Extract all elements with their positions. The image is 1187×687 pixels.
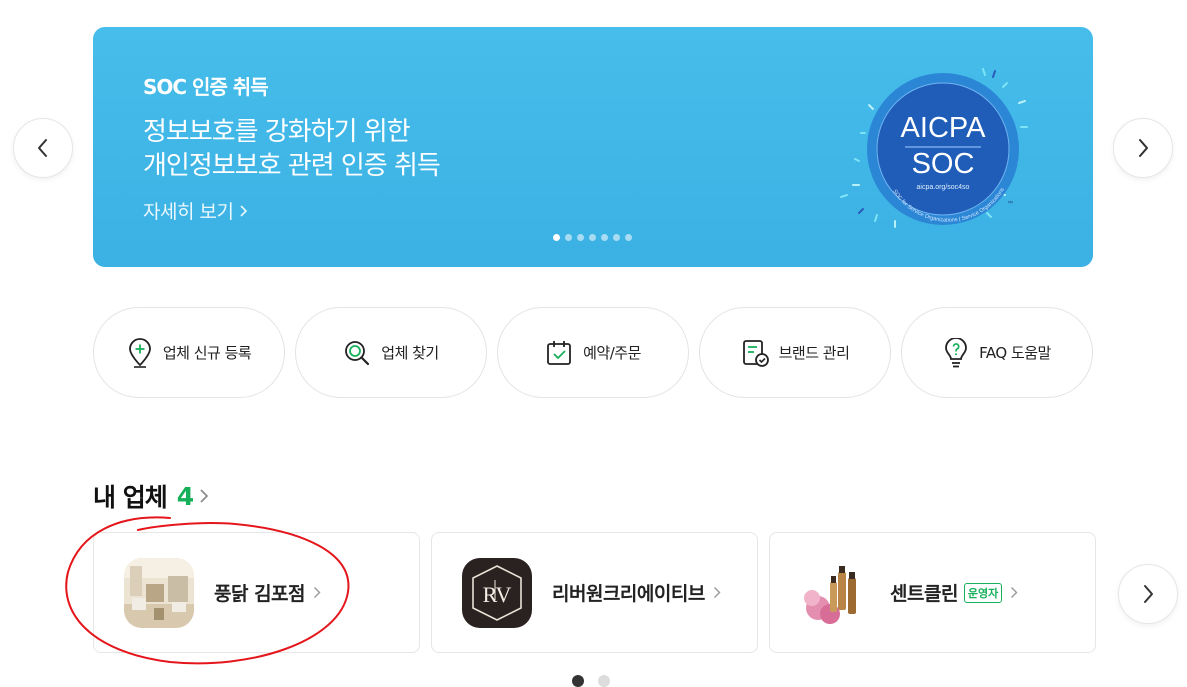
chevron-right-icon <box>713 587 721 598</box>
stores-page-dot[interactable] <box>598 675 610 687</box>
chevron-left-icon <box>38 139 47 157</box>
store-name: 센트클린 <box>890 583 958 605</box>
map-pin-plus-icon <box>128 337 151 368</box>
my-stores-title: 내 업체 <box>93 483 168 512</box>
svg-text:RV: RV <box>483 582 512 607</box>
quick-label: FAQ 도움말 <box>979 344 1051 362</box>
lightbulb-question-icon <box>945 337 968 367</box>
banner-page-dot[interactable] <box>565 234 572 241</box>
quick-label: 업체 신규 등록 <box>162 344 252 362</box>
stores-pagination <box>572 675 610 687</box>
chevron-right-icon <box>314 587 321 598</box>
quick-label: 업체 찾기 <box>381 344 439 362</box>
my-stores-list: 풍닭 김포점 RV 리버원크리에이티브 센트클린 운영자 <box>93 532 1096 653</box>
stores-page-dot[interactable] <box>572 675 584 687</box>
store-thumbnail <box>800 557 870 628</box>
seal-tm: ™ <box>1007 200 1013 207</box>
banner-prev-button[interactable] <box>13 118 73 178</box>
stores-next-button[interactable] <box>1118 564 1178 624</box>
quick-brand-manage-button[interactable]: 브랜드 관리 <box>699 307 891 398</box>
search-icon <box>345 340 370 365</box>
banner-page-dot[interactable] <box>577 234 584 241</box>
store-card[interactable]: 센트클린 운영자 <box>769 532 1096 653</box>
banner-page-dot[interactable] <box>553 234 560 241</box>
seal-line2: SOC <box>912 148 975 180</box>
chevron-right-icon <box>1139 139 1148 157</box>
banner-page-dot[interactable] <box>613 234 620 241</box>
store-name: 리버원크리에이티브 <box>552 583 705 605</box>
chevron-right-icon <box>200 489 209 503</box>
banner-pagination <box>553 234 632 241</box>
seal-url: aicpa.org/soc4so <box>917 184 970 191</box>
quick-register-store-button[interactable]: 업체 신규 등록 <box>93 307 285 398</box>
banner-title-line2: 개인정보보호 관련 인증 취득 <box>143 151 441 181</box>
banner-next-button[interactable] <box>1113 118 1173 178</box>
banner-title-line1: 정보보호를 강화하기 위한 <box>143 117 411 147</box>
my-stores-heading[interactable]: 내 업체 4 <box>93 478 209 514</box>
quick-reservation-button[interactable]: 예약/주문 <box>497 307 689 398</box>
banner-title: 정보보호를 강화하기 위한 개인정보보호 관련 인증 취득 <box>143 115 441 183</box>
aicpa-soc-seal: AICPA SOC aicpa.org/soc4so ™ SOC for Ser… <box>840 68 1028 228</box>
banner-page-dot[interactable] <box>589 234 596 241</box>
calendar-check-icon <box>547 340 572 365</box>
quick-faq-button[interactable]: FAQ 도움말 <box>901 307 1093 398</box>
store-name: 풍닭 김포점 <box>214 583 306 605</box>
quick-find-store-button[interactable]: 업체 찾기 <box>295 307 487 398</box>
banner-eyebrow: SOC 인증 취득 <box>143 75 269 99</box>
role-badge: 운영자 <box>963 582 1003 603</box>
seal-line1: AICPA <box>901 112 987 144</box>
quick-label: 예약/주문 <box>583 344 641 362</box>
store-logo: RV <box>462 557 532 628</box>
banner-page-dot[interactable] <box>601 234 608 241</box>
my-stores-count: 4 <box>176 481 194 511</box>
chevron-right-icon <box>1144 585 1153 603</box>
store-card[interactable]: 풍닭 김포점 <box>93 532 420 653</box>
chevron-right-icon <box>240 204 248 217</box>
banner-detail-link[interactable]: 자세히 보기 <box>143 197 248 224</box>
chevron-right-icon <box>1011 587 1018 598</box>
store-thumbnail <box>124 557 194 628</box>
store-card[interactable]: RV 리버원크리에이티브 <box>431 532 758 653</box>
banner-page-dot[interactable] <box>625 234 632 241</box>
quick-menu: 업체 신규 등록 업체 찾기 예약/주문 브랜드 관리 FAQ 도움말 <box>93 307 1093 398</box>
quick-label: 브랜드 관리 <box>778 344 850 362</box>
promo-banner[interactable]: SOC 인증 취득 정보보호를 강화하기 위한 개인정보보호 관련 인증 취득 … <box>93 27 1093 267</box>
banner-detail-label: 자세히 보기 <box>143 201 234 223</box>
document-check-icon <box>742 339 769 367</box>
